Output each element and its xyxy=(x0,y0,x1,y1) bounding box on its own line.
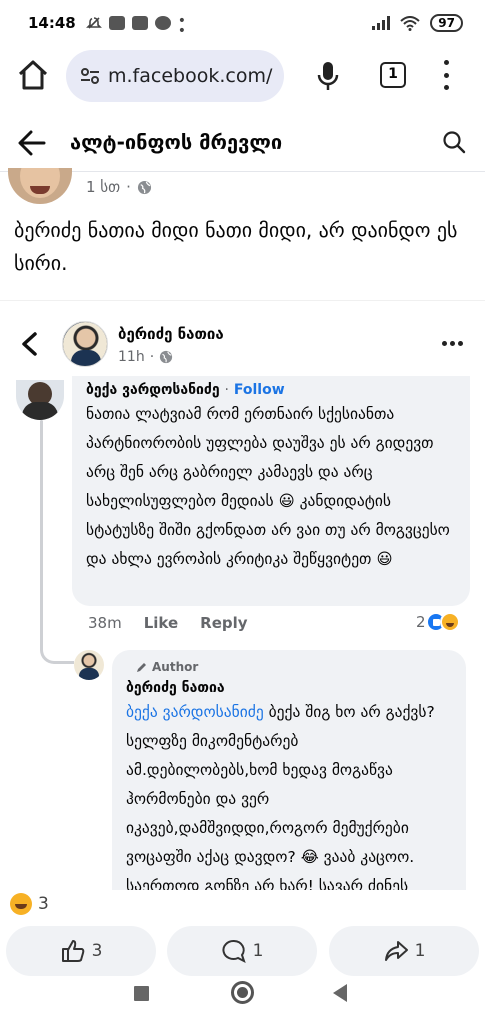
haha-reaction-icon xyxy=(10,893,32,915)
commenter-name[interactable]: ბექა ვარდოსანიძე xyxy=(86,382,220,398)
chat-icon xyxy=(154,16,171,30)
author-badge: Author xyxy=(136,660,452,674)
comment-bubble: Author ბერიძე ნათია ბექა ვარდოსანიძე ბექ… xyxy=(112,650,466,890)
commenter-name[interactable]: ბერიძე ნათია xyxy=(126,680,452,696)
back-arrow-icon[interactable] xyxy=(18,130,46,156)
post-action-bar: 3 1 1 xyxy=(0,926,485,978)
comment-count: 1 xyxy=(252,941,264,961)
like-button[interactable]: 3 xyxy=(6,926,156,976)
share-count: 1 xyxy=(414,941,426,961)
globe-icon xyxy=(160,350,173,364)
haha-reaction-icon xyxy=(439,612,460,632)
url-text[interactable]: m.facebook.com/ xyxy=(108,65,278,87)
pencil-icon xyxy=(137,663,146,672)
reaction-count: 2 xyxy=(416,613,426,631)
post-time[interactable]: 11h xyxy=(118,349,145,365)
thread-line xyxy=(40,420,43,650)
battery-indicator: 97 xyxy=(430,14,463,32)
mute-icon xyxy=(85,16,102,30)
group-header: ალტ-ინფოს მრევლი xyxy=(0,114,485,172)
home-icon[interactable] xyxy=(16,58,50,92)
share-icon xyxy=(384,941,408,961)
share-button[interactable]: 1 xyxy=(329,926,479,976)
status-time: 14:48 xyxy=(28,14,76,32)
reply-button[interactable]: Reply xyxy=(200,614,247,632)
notification-icons: • • xyxy=(85,13,194,39)
comment-button[interactable]: 1 xyxy=(167,926,317,976)
globe-icon xyxy=(137,180,152,194)
commenter-avatar[interactable] xyxy=(16,380,64,420)
comment-actions: 38m Like Reply xyxy=(88,614,248,632)
signal-icon xyxy=(372,16,391,30)
comment-bubble: ბექა ვარდოსანიძე · Follow ნათია ლატვიამ … xyxy=(72,376,470,606)
browser-toolbar: m.facebook.com/ 1 xyxy=(0,46,485,108)
browser-menu-icon[interactable] xyxy=(438,60,454,90)
microphone-icon[interactable] xyxy=(316,60,340,92)
thumbs-up-icon xyxy=(61,940,84,962)
recents-button[interactable] xyxy=(134,986,149,1001)
comment-header: ბექა ვარდოსანიძე · Follow xyxy=(86,382,285,398)
site-settings-icon[interactable] xyxy=(80,66,100,86)
group-title: ალტ-ინფოს მრევლი xyxy=(70,130,283,154)
avatar[interactable] xyxy=(62,321,108,367)
comment-time: 38m xyxy=(88,614,122,632)
wifi-icon xyxy=(400,15,420,31)
post-author-name[interactable]: ბერიძე ნათია xyxy=(118,325,224,343)
follow-button[interactable]: Follow xyxy=(234,382,285,398)
comment-text: ნათია ლატვიამ რომ ერთნაირ სქესიანთა პარტ… xyxy=(86,405,450,568)
like-count: 3 xyxy=(91,941,103,961)
chevron-left-icon[interactable] xyxy=(20,331,38,357)
post-meta: 1 სთ · xyxy=(86,178,152,196)
tab-switcher-button[interactable]: 1 xyxy=(380,62,406,88)
status-right: 97 xyxy=(372,14,463,32)
message-icon xyxy=(108,16,125,30)
home-button[interactable] xyxy=(231,981,254,1004)
post-time[interactable]: 1 სთ xyxy=(86,178,120,196)
post-reactions[interactable]: 3 xyxy=(10,893,49,915)
search-icon[interactable] xyxy=(442,130,466,154)
comment-icon xyxy=(222,939,246,963)
address-bar[interactable]: m.facebook.com/ xyxy=(66,50,284,102)
commenter-avatar[interactable] xyxy=(74,650,104,680)
post-meta: 11h · xyxy=(118,349,173,365)
reaction-count: 3 xyxy=(38,894,49,914)
thread-connector xyxy=(40,620,74,664)
mention-link[interactable]: ბექა ვარდოსანიძე xyxy=(126,703,264,721)
status-bar: 14:48 • • 97 xyxy=(0,0,485,46)
back-button[interactable] xyxy=(333,984,347,1002)
more-options-icon[interactable] xyxy=(442,341,463,346)
message-icon xyxy=(131,16,148,30)
comment-text: ბექა ვარდოსანიძე ბექა შიგ ხო არ გაქვს? ს… xyxy=(126,703,435,890)
post-author-avatar[interactable] xyxy=(8,168,72,204)
system-nav-bar xyxy=(0,978,485,1024)
like-button[interactable]: Like xyxy=(144,614,178,632)
post-text: ბერიძე ნათია მიდი ნათი მიდი, არ დაინდო ე… xyxy=(14,218,458,275)
comments-panel-header: ბერიძე ნათია 11h · xyxy=(0,300,485,382)
comment-reactions[interactable]: 2 xyxy=(416,612,460,632)
more-notifications-icon: • • xyxy=(177,13,187,39)
